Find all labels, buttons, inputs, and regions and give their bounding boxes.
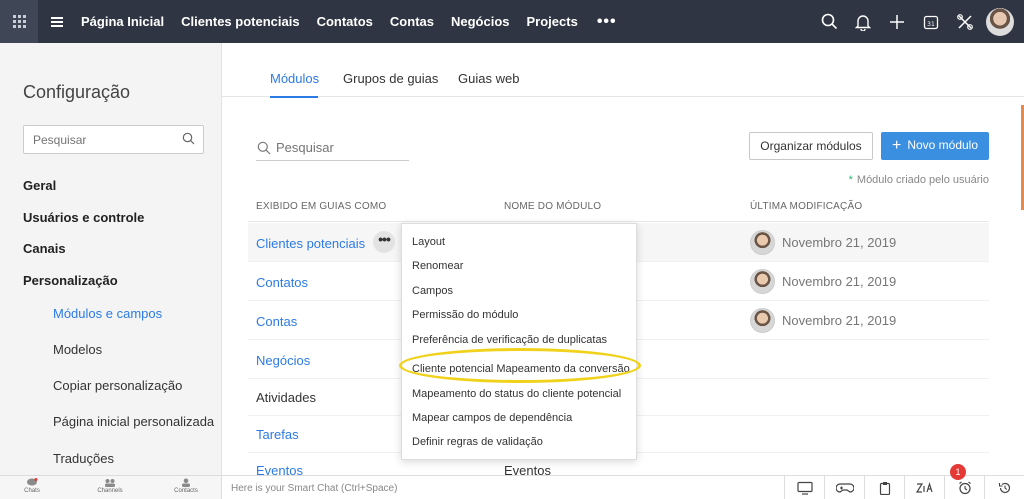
row-modified: Novembro 21, 2019 xyxy=(750,230,896,255)
nav-leads[interactable]: Clientes potenciais xyxy=(181,14,299,29)
menu-item-layout[interactable]: Layout xyxy=(412,236,445,248)
row-more-button[interactable]: ••• xyxy=(373,231,395,253)
new-module-label: Novo módulo xyxy=(907,138,979,152)
active-tab-indicator xyxy=(270,96,318,98)
menu-item-rename[interactable]: Renomear xyxy=(412,260,463,272)
user-avatar[interactable] xyxy=(986,7,1014,36)
menu-item-fields[interactable]: Campos xyxy=(412,285,453,297)
history-icon[interactable] xyxy=(984,476,1024,499)
screen-share-icon[interactable] xyxy=(784,476,824,499)
avatar xyxy=(750,230,775,255)
table-header-divider xyxy=(248,221,989,222)
search-icon xyxy=(257,141,271,155)
smart-chat-input[interactable]: Here is your Smart Chat (Ctrl+Space) xyxy=(231,483,397,494)
menu-item-lead-status-mapping[interactable]: Mapeamento do status do cliente potencia… xyxy=(412,388,621,400)
contacts-tab[interactable]: Contacts xyxy=(161,478,211,494)
row-display-name[interactable]: Contas xyxy=(256,314,297,329)
hamburger-menu-icon[interactable] xyxy=(51,16,63,27)
new-module-button[interactable]: + Novo módulo xyxy=(881,132,989,160)
nav-more-button[interactable]: ••• xyxy=(597,13,617,31)
chat-icon xyxy=(27,478,38,486)
bottom-bar: Chats Channels Contacts Here is your Sma… xyxy=(0,464,1024,499)
nav-home[interactable]: Página Inicial xyxy=(81,14,164,29)
sidebar-search[interactable] xyxy=(23,125,204,154)
plus-icon: + xyxy=(891,137,902,154)
search-icon[interactable] xyxy=(812,0,846,43)
sidebar-item-customization[interactable]: Personalização xyxy=(23,273,118,288)
row-display-name[interactable]: Tarefas xyxy=(256,427,299,442)
highlight-ellipse xyxy=(399,348,641,383)
sidebar-item-channels[interactable]: Canais xyxy=(23,241,66,256)
channels-icon xyxy=(105,479,115,487)
notification-badge: 1 xyxy=(950,464,966,480)
menu-item-dependency-fields[interactable]: Mapear campos de dependência xyxy=(412,412,572,424)
nav-projects[interactable]: Projects xyxy=(527,14,578,29)
tools-icon[interactable] xyxy=(948,0,982,43)
row-modified: Novembro 21, 2019 xyxy=(750,269,896,294)
alarm-icon[interactable]: 1 xyxy=(944,464,984,499)
sidebar-item-templates[interactable]: Modelos xyxy=(53,342,102,357)
menu-item-duplicate-check[interactable]: Preferência de verificação de duplicatas xyxy=(412,334,607,346)
menu-item-module-permission[interactable]: Permissão do módulo xyxy=(412,309,518,321)
apps-grid-icon[interactable] xyxy=(0,0,38,43)
contacts-icon xyxy=(182,478,190,487)
sidebar-search-input[interactable] xyxy=(24,126,174,153)
plus-icon[interactable] xyxy=(880,0,914,43)
main-nav: Página Inicial Clientes potenciais Conta… xyxy=(81,13,617,31)
nav-deals[interactable]: Negócios xyxy=(451,14,510,29)
nav-contacts[interactable]: Contatos xyxy=(317,14,373,29)
row-modified: Novembro 21, 2019 xyxy=(750,308,896,333)
module-search[interactable] xyxy=(256,137,409,161)
organize-modules-button[interactable]: Organizar módulos xyxy=(749,132,873,160)
search-icon[interactable] xyxy=(182,132,195,148)
sidebar-item-translations[interactable]: Traduções xyxy=(53,451,114,466)
sidebar-item-modules-fields[interactable]: Módulos e campos xyxy=(53,306,162,321)
col-header-last-modified: ÚLTIMA MODIFICAÇÃO xyxy=(750,201,863,212)
gamepad-icon[interactable] xyxy=(824,476,864,499)
svg-text:31: 31 xyxy=(927,21,935,28)
col-header-module-name: NOME DO MÓDULO xyxy=(504,201,602,212)
row-display-name[interactable]: Contatos xyxy=(256,275,308,290)
calendar-icon[interactable]: 31 xyxy=(914,0,948,43)
settings-sidebar: Configuração Geral Usuários e controle C… xyxy=(0,43,222,475)
row-display-name: Atividades xyxy=(256,390,316,405)
row-display-name[interactable]: Negócios xyxy=(256,353,310,368)
avatar xyxy=(750,308,775,333)
bell-icon[interactable] xyxy=(846,0,880,43)
sidebar-item-copy-customization[interactable]: Copiar personalização xyxy=(53,378,182,393)
tab-modules[interactable]: Módulos xyxy=(270,71,319,86)
asterisk-icon: * xyxy=(848,174,853,186)
avatar xyxy=(750,269,775,294)
menu-item-validation-rules[interactable]: Definir regras de validação xyxy=(412,436,543,448)
sidebar-item-geral[interactable]: Geral xyxy=(23,178,56,193)
tab-web-tabs[interactable]: Guias web xyxy=(458,71,519,86)
chats-tab[interactable]: Chats xyxy=(7,478,57,494)
clipboard-icon[interactable] xyxy=(864,476,904,499)
sidebar-item-custom-home[interactable]: Página inicial personalizada xyxy=(53,414,214,429)
module-tabs: Módulos Grupos de guias Guias web xyxy=(222,43,1024,98)
nav-accounts[interactable]: Contas xyxy=(390,14,434,29)
channels-tab[interactable]: Channels xyxy=(85,478,135,494)
row-actions-menu: Layout Renomear Campos Permissão do módu… xyxy=(401,223,637,460)
top-bar: Página Inicial Clientes potenciais Conta… xyxy=(0,0,1024,43)
col-header-display: EXIBIDO EM GUIAS COMO xyxy=(256,201,387,212)
row-display-name[interactable]: Clientes potenciais xyxy=(256,236,365,251)
module-search-input[interactable] xyxy=(276,140,406,155)
sidebar-title: Configuração xyxy=(23,82,131,102)
user-created-note: * Módulo criado pelo usuário xyxy=(848,174,989,186)
tab-tab-groups[interactable]: Grupos de guias xyxy=(343,71,438,86)
zia-icon[interactable] xyxy=(904,476,944,499)
bottom-icons: 1 xyxy=(784,464,1024,499)
bottom-tabs: Chats Channels Contacts xyxy=(0,476,222,499)
sidebar-item-users[interactable]: Usuários e controle xyxy=(23,210,144,225)
top-icons: 31 xyxy=(812,0,1014,43)
